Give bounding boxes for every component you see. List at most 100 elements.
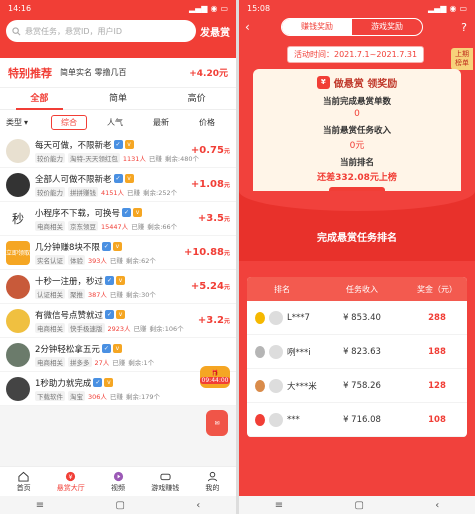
back-icon[interactable]: ‹ [435, 500, 439, 511]
rank-income: ¥ 716.08 [343, 414, 381, 425]
status-icons-right: ▂▄▆ ◉ ▭ [427, 3, 467, 13]
task-remaining: 剩余:106个 [149, 324, 184, 333]
task-list-item[interactable]: 秒小程序不下载，可换号 ✓ v 电商相关 京东领豆 15447人 已赚 剩余:66个 +3.5元 [0, 202, 236, 236]
publish-bounty-button[interactable]: 发悬赏 [200, 24, 230, 39]
vip-badge-icon: v [112, 242, 122, 251]
nav-home-label: 首页 [16, 483, 31, 492]
tab-all[interactable]: 全部 [0, 88, 79, 110]
status-time: 14:16 [8, 3, 32, 13]
task-remaining: 剩余:66个 [147, 222, 178, 231]
task-info: 十秒一注册，秒过 ✓ v 认证相关 聚推 387人 已赚 剩余:30个 [35, 275, 186, 299]
verified-badge-icon: ✓ [122, 208, 132, 217]
task-price-value: +0.75 [190, 145, 224, 156]
verified-badge-icon: ✓ [101, 242, 111, 251]
task-tag-category: 较价能力 [35, 186, 65, 197]
rank-user-name: 咧***i [287, 347, 311, 358]
sort-price[interactable]: 价格 [184, 117, 230, 128]
help-icon[interactable]: ? [461, 21, 467, 34]
nav-game[interactable]: 游戏赚钱 [142, 467, 189, 496]
task-title-text: 小程序不下载，可换号 [35, 208, 121, 219]
reward-card: ¥ 做悬赏 领奖励 当前完成悬赏单数 0 当前悬赏任务收入 0元 当前排名 还差3… [253, 69, 461, 209]
timer-gift-icon[interactable]: 🎁 09:44:00 [199, 366, 231, 388]
tab-high-price[interactable]: 高价 [157, 88, 236, 110]
reward-top-bar: ‹ 赚钱奖励 游戏奖励 ? [239, 16, 475, 38]
task-list-item[interactable]: 全部人可做不限新老 ✓ v 较价能力 拼拼赚钱 4151人 已赚 剩余:252个 +1.08元 [0, 168, 236, 202]
rank-income: ¥ 758.26 [343, 380, 381, 391]
rank-row: *** ¥ 716.08 108 [247, 403, 467, 437]
menu-icon[interactable]: ≡ [275, 500, 283, 511]
search-header: 悬赏任务，悬赏ID，用户ID 发悬赏 [0, 16, 236, 58]
task-price-unit: 元 [223, 182, 230, 189]
user-icon [207, 471, 217, 481]
nav-bounty-label: 悬赏大厅 [56, 483, 85, 492]
task-tag-category: 认证相关 [35, 288, 65, 299]
done-count-value: 0 [354, 109, 360, 119]
home-square-icon[interactable]: ▢ [354, 500, 363, 511]
rank-user: *** [247, 412, 317, 427]
task-list-item[interactable]: 十秒一注册，秒过 ✓ v 认证相关 聚推 387人 已赚 剩余:30个 +5.24元 [0, 270, 236, 304]
task-done-count: 15447人 [101, 222, 129, 231]
avatar [269, 344, 283, 359]
task-title: 1秒助力就完成 ✓ v [35, 377, 225, 389]
sort-newest[interactable]: 最新 [138, 117, 184, 128]
nav-bounty-hall[interactable]: ¥ 悬赏大厅 [47, 467, 94, 496]
rank-bonus: 188 [428, 346, 446, 357]
vip-badge-icon: v [133, 208, 143, 217]
vip-badge-icon: v [116, 310, 126, 319]
float-timer: 09:44:00 [199, 377, 231, 384]
task-price-value: +3.5 [197, 213, 224, 224]
special-subtitle: 简单实名 零撸几百 [60, 68, 127, 77]
nav-video[interactable]: 视频 [94, 467, 141, 496]
tab-simple[interactable]: 简单 [79, 88, 158, 110]
sort-comprehensive[interactable]: 综合 [51, 114, 87, 130]
tab-earn-reward[interactable]: 赚钱奖励 [282, 19, 352, 35]
task-done-count: 393人 [88, 256, 107, 265]
rank-row: 大***米 ¥ 758.26 128 [247, 369, 467, 403]
task-done-suffix: 已赚 [148, 154, 162, 163]
nav-home[interactable]: 首页 [0, 467, 47, 496]
back-icon[interactable]: ‹ [196, 500, 200, 511]
rank-rows: L***7 ¥ 853.40 288 咧***i ¥ 823.63 188 大***米 ¥ 7… [247, 301, 467, 437]
task-done-count: 4151人 [101, 188, 125, 197]
back-arrow-icon[interactable]: ‹ [245, 20, 261, 34]
task-done-count: 27人 [94, 358, 110, 367]
sort-popularity[interactable]: 人气 [92, 117, 138, 128]
task-list-item[interactable]: 2分钟轻松拿五元 ✓ v 电商相关 拼多多 27人 已赚 剩余:1个 [0, 338, 236, 372]
task-remaining: 剩余:1个 [128, 358, 155, 367]
medal-icon [255, 345, 265, 358]
task-price-value: +10.88 [183, 247, 224, 258]
task-list-item[interactable]: 每天可做，不限新老 ✓ v 较价能力 淘特-天天领红包 1131人 已赚 剩余:480个 +0.… [0, 134, 236, 168]
task-list-item[interactable]: 有微信号点赞就过 ✓ v 电商相关 快手极速版 2923人 已赚 剩余:106个 +3.2元 [0, 304, 236, 338]
envelope-banner: 完成悬赏任务排名 [239, 191, 475, 261]
task-tag-category: 电商相关 [35, 356, 65, 367]
task-price-value: +5.24 [190, 281, 224, 292]
task-meta: 电商相关 快手极速版 2923人 已赚 剩余:106个 [35, 322, 193, 333]
task-info: 全部人可做不限新老 ✓ v 较价能力 拼拼赚钱 4151人 已赚 剩余:252个 [35, 173, 186, 197]
video-icon [113, 471, 123, 481]
task-price: +0.75元 [191, 145, 230, 156]
medal-icon [255, 413, 265, 426]
vip-badge-icon: v [124, 174, 134, 183]
rank-user-name: 大***米 [287, 381, 317, 392]
task-list-item[interactable]: 立即领取 几分钟赚8块不限 ✓ v 实名认证 体验 393人 已赚 剩余:62个 +10.88元 [0, 236, 236, 270]
vip-badge-icon: v [124, 140, 134, 149]
task-price: +3.2元 [198, 315, 230, 326]
header-income: 任务收入 [346, 284, 378, 294]
rank-table: 排名 任务收入 奖金（元） L***7 ¥ 853.40 288 咧***i ¥ 823… [247, 277, 467, 437]
type-dropdown[interactable]: 类型 ▾ [6, 117, 46, 128]
tab-game-reward[interactable]: 游戏奖励 [352, 19, 422, 35]
task-done-count: 387人 [88, 290, 107, 299]
rank-row: L***7 ¥ 853.40 288 [247, 301, 467, 335]
last-period-rank-button[interactable]: 上期榜单 [451, 48, 473, 70]
gamepad-icon [160, 473, 171, 480]
task-tag-app: 快手极速版 [68, 322, 105, 333]
status-time-right: 15:08 [247, 3, 271, 13]
home-square-icon[interactable]: ▢ [115, 500, 124, 511]
rank-user-name: L***7 [287, 312, 310, 323]
special-recommend[interactable]: 特别推荐 简单实名 零撸几百 +4.20元 [0, 58, 236, 88]
menu-icon[interactable]: ≡ [36, 500, 44, 511]
task-done-suffix: 已赚 [109, 392, 123, 401]
floating-envelope-icon[interactable]: ✉ [206, 410, 228, 436]
search-input[interactable]: 悬赏任务，悬赏ID，用户ID [6, 20, 196, 42]
nav-mine[interactable]: 我的 [189, 467, 236, 496]
